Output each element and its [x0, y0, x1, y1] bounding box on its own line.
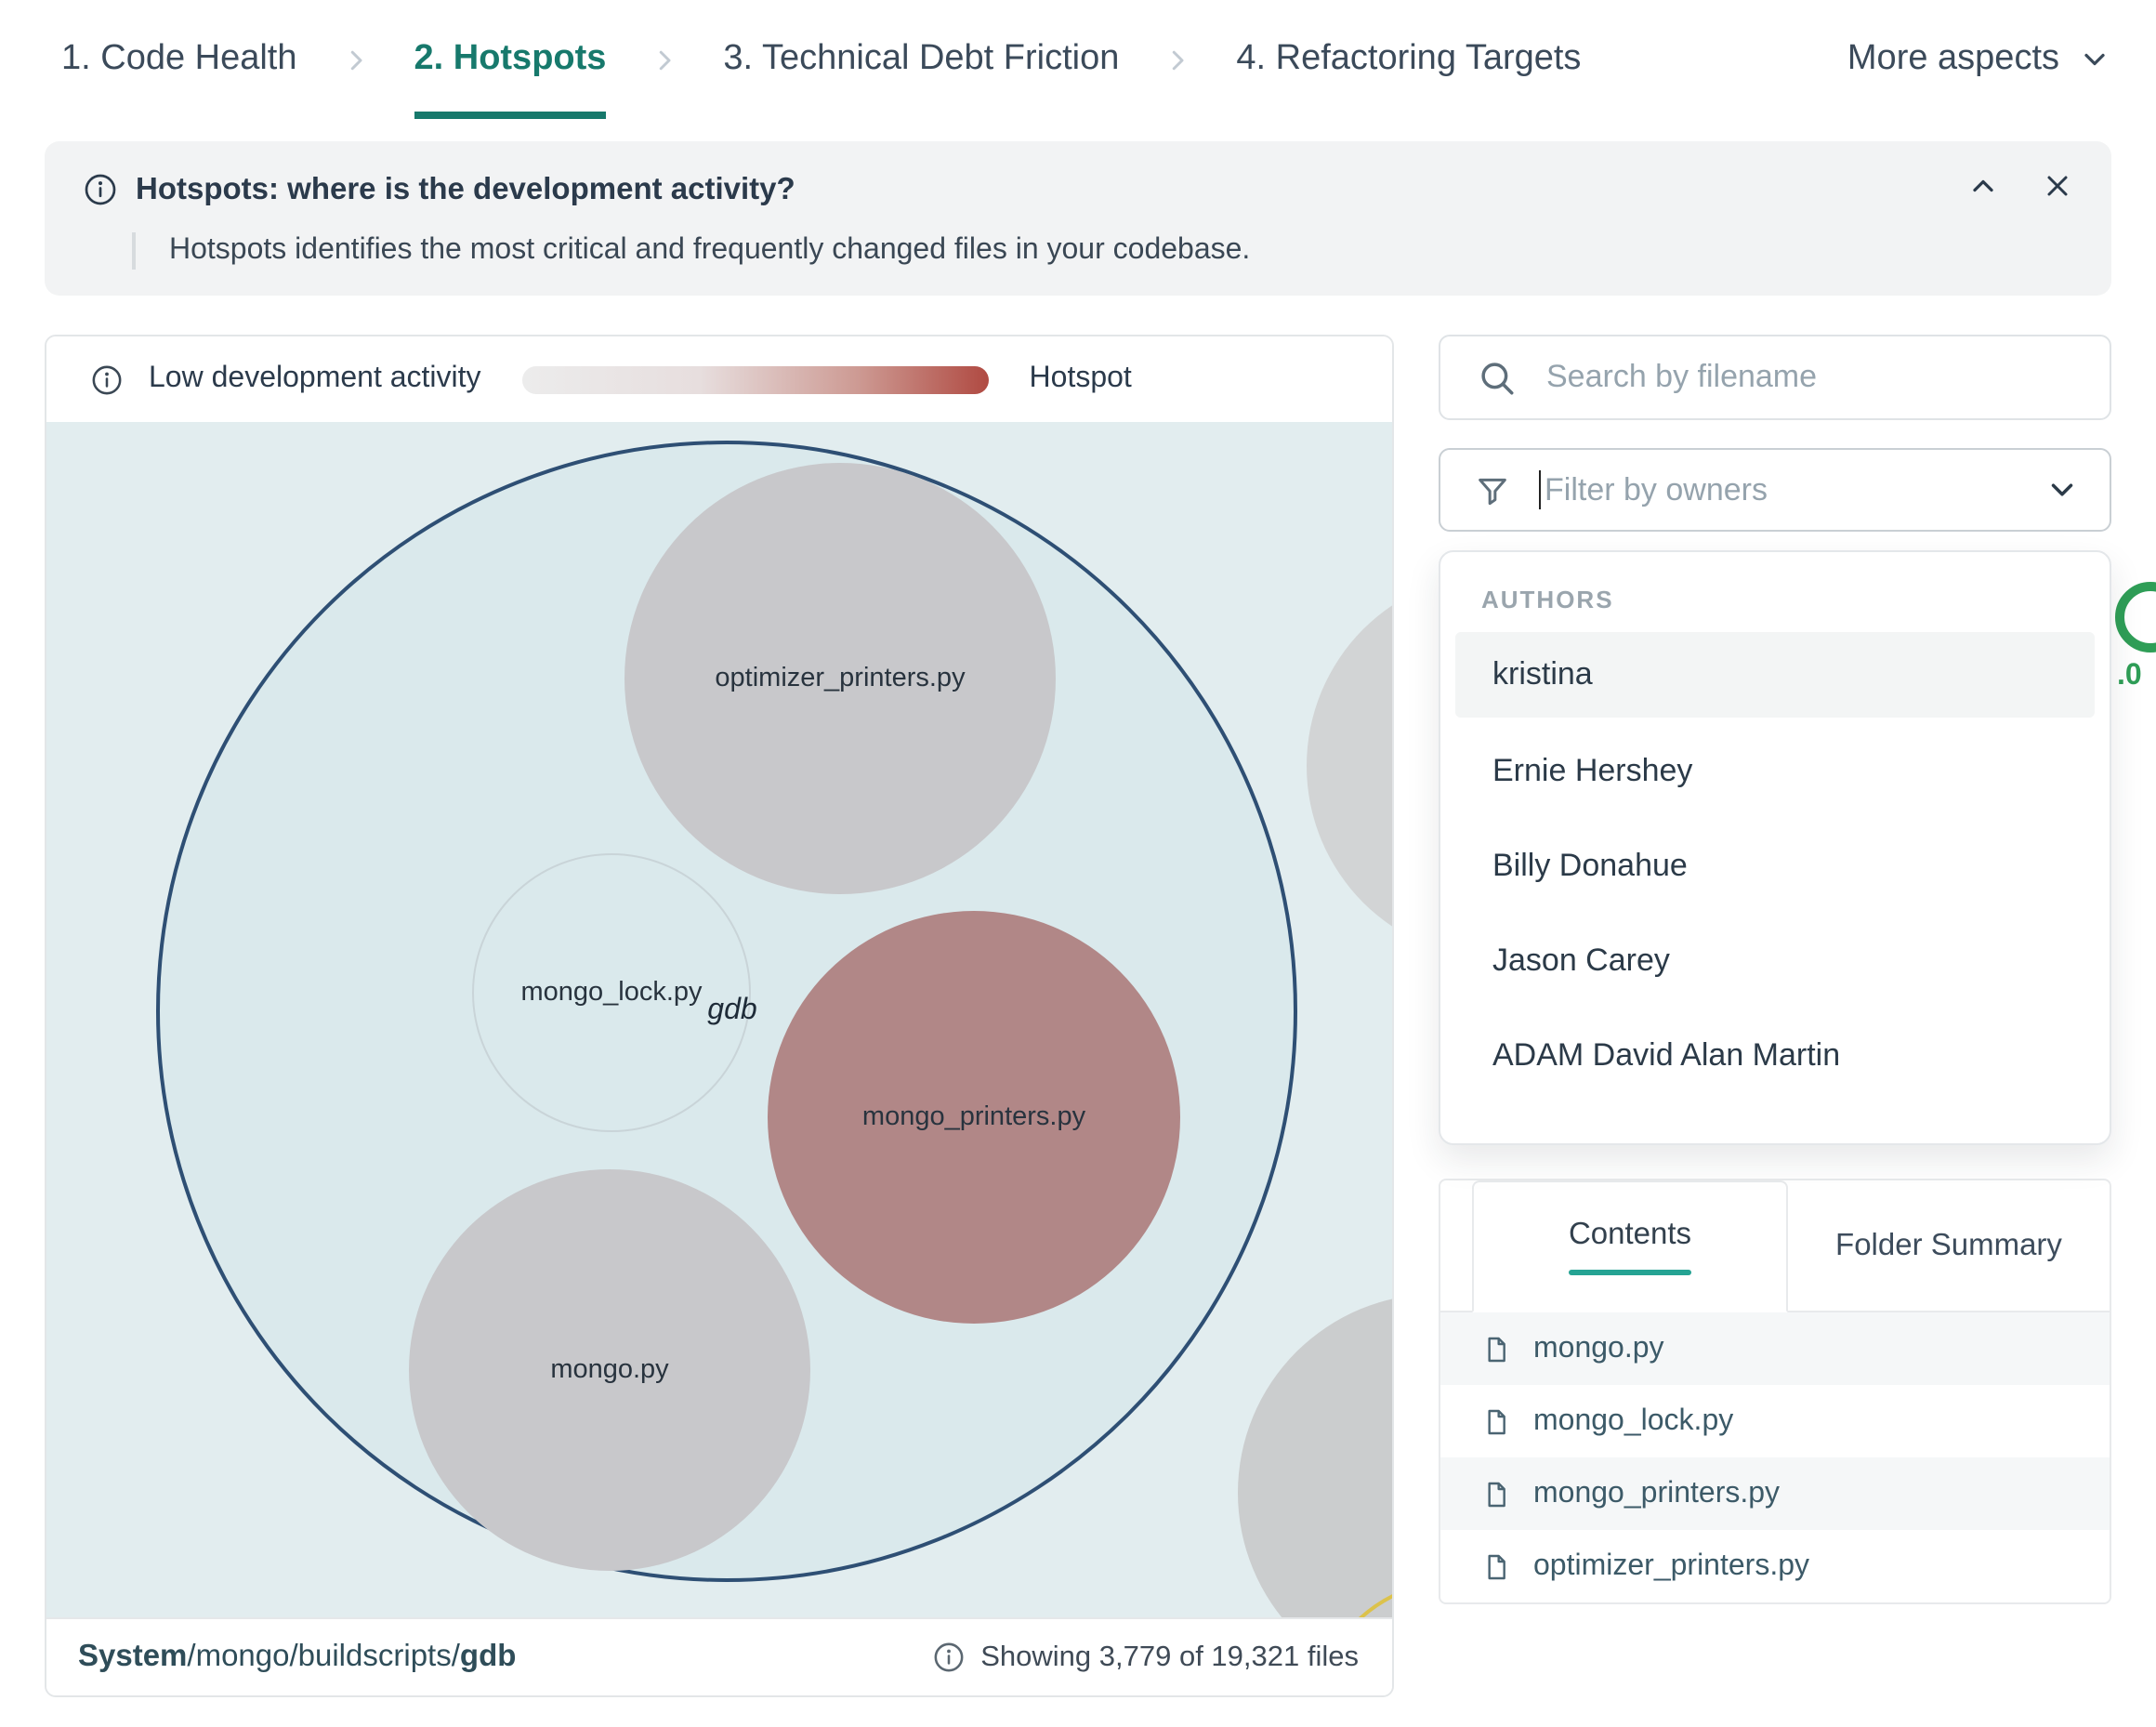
- main-content: Low development activity Hotspot optimiz…: [45, 335, 2111, 1697]
- search-icon: [1478, 358, 1517, 397]
- file-list: mongo.py mongo_lock.py mongo_printers.py…: [1440, 1312, 2110, 1602]
- info-icon[interactable]: [932, 1641, 964, 1673]
- owner-filter[interactable]: Filter by owners: [1439, 448, 2111, 532]
- info-icon[interactable]: [91, 363, 123, 395]
- bubble-optimizer-printers[interactable]: optimizer_printers.py: [624, 463, 1056, 894]
- search-input[interactable]: [1546, 359, 2080, 396]
- author-option-billy-donahue[interactable]: Billy Donahue: [1455, 818, 2095, 913]
- bubble-partial-top-right[interactable]: [1307, 573, 1392, 959]
- file-name: optimizer_printers.py: [1533, 1549, 1809, 1583]
- file-name: mongo_lock.py: [1533, 1404, 1733, 1438]
- more-aspects-button[interactable]: More aspects: [1847, 39, 2111, 80]
- bubble-label: mongo_printers.py: [862, 1102, 1085, 1132]
- chevron-right-icon: [1163, 46, 1191, 73]
- tab-refactoring-targets[interactable]: 4. Refactoring Targets: [1236, 0, 1581, 119]
- collapse-banner-icon[interactable]: [1966, 169, 2000, 203]
- owner-dropdown: AUTHORS kristina Ernie Hershey Billy Don…: [1439, 550, 2111, 1145]
- chevron-right-icon: [651, 46, 678, 73]
- author-option-adam-david-alan-martin[interactable]: ADAM David Alan Martin: [1455, 1008, 2095, 1102]
- file-name: mongo_printers.py: [1533, 1477, 1780, 1510]
- authors-group-label: AUTHORS: [1481, 586, 2110, 613]
- file-row-mongo-py[interactable]: mongo.py: [1440, 1312, 2110, 1385]
- close-banner-icon[interactable]: [2041, 169, 2074, 203]
- bubble-mongo-lock[interactable]: mongo_lock.py: [472, 853, 751, 1132]
- more-aspects-label: More aspects: [1847, 39, 2059, 80]
- tab-contents[interactable]: Contents: [1472, 1180, 1788, 1312]
- file-icon: [1481, 1479, 1511, 1509]
- tab-code-health[interactable]: 1. Code Health: [61, 0, 297, 119]
- file-icon: [1481, 1334, 1511, 1364]
- bubble-label: mongo_lock.py: [520, 978, 702, 1008]
- chevron-down-icon: [2078, 43, 2111, 76]
- filter-funnel-icon: [1474, 471, 1511, 508]
- banner-description: Hotspots identifies the most critical an…: [132, 232, 2071, 270]
- bubble-partial-bottom-right[interactable]: [1238, 1294, 1392, 1617]
- legend-hotspot-label: Hotspot: [1030, 363, 1132, 396]
- hotspot-visualization-panel: Low development activity Hotspot optimiz…: [45, 335, 1394, 1697]
- top-navigation: 1. Code Health 2. Hotspots 3. Technical …: [0, 0, 2156, 119]
- author-option-jason-carey[interactable]: Jason Carey: [1455, 913, 2095, 1008]
- activity-legend: Low development activity Hotspot: [46, 336, 1392, 422]
- chevron-right-icon: [342, 46, 370, 73]
- author-option-ernie-hershey[interactable]: Ernie Hershey: [1455, 723, 2095, 818]
- author-option-kristina[interactable]: kristina: [1455, 632, 2095, 718]
- file-icon: [1481, 1406, 1511, 1436]
- chevron-down-icon[interactable]: [2044, 472, 2080, 508]
- aspect-tabs: 1. Code Health 2. Hotspots 3. Technical …: [61, 0, 1581, 119]
- file-row-optimizer-printers-py[interactable]: optimizer_printers.py: [1440, 1530, 2110, 1602]
- active-tab-indicator: [1569, 1270, 1691, 1275]
- bubble-mongo-printers[interactable]: mongo_printers.py: [768, 911, 1180, 1324]
- score-fragment-text: .0: [2117, 660, 2156, 693]
- text-cursor: [1539, 470, 1541, 509]
- bubble-mongo-py[interactable]: mongo.py: [409, 1169, 810, 1571]
- banner-title: Hotspots: where is the development activ…: [136, 172, 795, 207]
- score-ring-icon: [2115, 582, 2156, 653]
- activity-gradient-bar: [522, 365, 989, 393]
- path-breadcrumb[interactable]: System/mongo/buildscripts/gdb: [78, 1640, 516, 1675]
- info-icon[interactable]: [84, 173, 117, 206]
- file-row-mongo-lock-py[interactable]: mongo_lock.py: [1440, 1385, 2110, 1457]
- folder-contents-panel: Contents Folder Summary mongo.py mongo_l…: [1439, 1179, 2111, 1604]
- contents-tabbar: Contents Folder Summary: [1440, 1180, 2110, 1312]
- tab-contents-label: Contents: [1569, 1218, 1691, 1253]
- files-count: Showing 3,779 of 19,321 files: [932, 1641, 1359, 1674]
- tab-folder-summary[interactable]: Folder Summary: [1788, 1180, 2110, 1311]
- hotspots-info-banner: Hotspots: where is the development activ…: [45, 141, 2111, 296]
- sidebar: Filter by owners .0 AUTHORS kristina Ern…: [1439, 335, 2111, 1697]
- file-row-mongo-printers-py[interactable]: mongo_printers.py: [1440, 1457, 2110, 1530]
- filename-search[interactable]: [1439, 335, 2111, 420]
- tab-hotspots[interactable]: 2. Hotspots: [414, 0, 607, 119]
- file-name: mongo.py: [1533, 1332, 1664, 1365]
- viz-footer: System/mongo/buildscripts/gdb Showing 3,…: [46, 1617, 1392, 1695]
- path-segment-gdb: gdb: [460, 1640, 517, 1673]
- legend-low-label: Low development activity: [149, 363, 481, 396]
- owner-filter-placeholder: Filter by owners: [1545, 471, 1768, 508]
- tab-technical-debt-friction[interactable]: 3. Technical Debt Friction: [723, 0, 1119, 119]
- hotspot-bubble-map: optimizer_printers.py mongo_lock.py mong…: [46, 422, 1392, 1617]
- path-segment-middle: /mongo/buildscripts/: [187, 1640, 460, 1673]
- path-segment-system: System: [78, 1640, 187, 1673]
- files-count-label: Showing 3,779 of 19,321 files: [980, 1641, 1359, 1674]
- file-icon: [1481, 1551, 1511, 1581]
- bubble-label: optimizer_printers.py: [715, 664, 965, 693]
- bubble-label: mongo.py: [550, 1355, 668, 1385]
- folder-label-gdb: gdb: [707, 995, 756, 1028]
